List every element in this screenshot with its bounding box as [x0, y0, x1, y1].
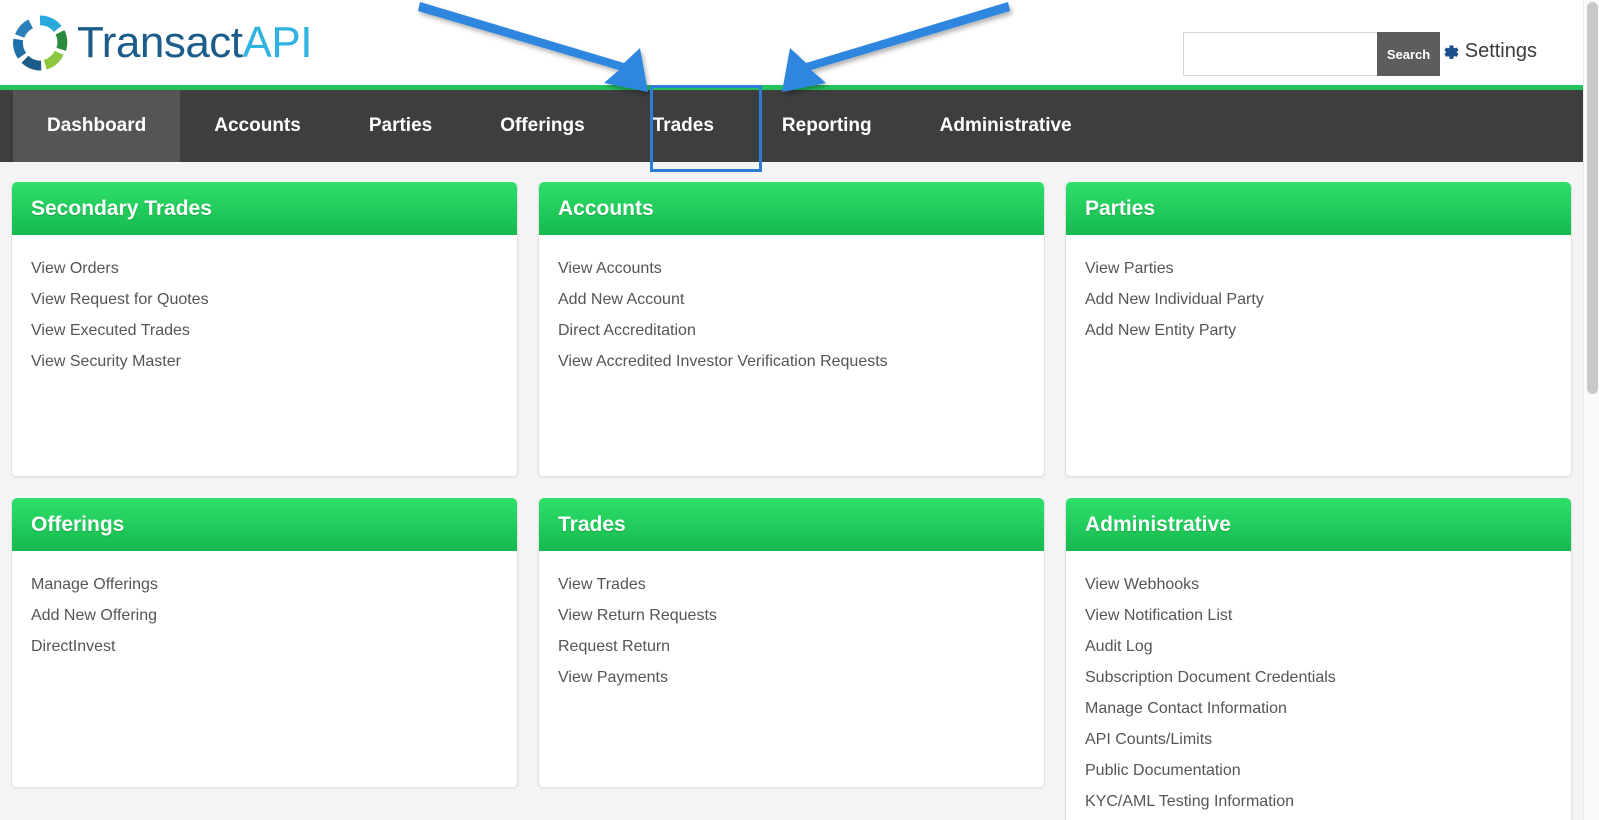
link-add-new-account[interactable]: Add New Account — [558, 284, 1044, 315]
card-body: View Trades View Return Requests Request… — [539, 551, 1044, 693]
settings-label: Settings — [1464, 40, 1537, 62]
dashboard-content: Secondary Trades View Orders View Reques… — [0, 162, 1583, 820]
link-manage-offerings[interactable]: Manage Offerings — [31, 569, 517, 600]
link-directinvest[interactable]: DirectInvest — [31, 631, 517, 662]
link-view-return-requests[interactable]: View Return Requests — [558, 600, 1044, 631]
link-view-webhooks[interactable]: View Webhooks — [1085, 569, 1571, 600]
main-navigation: Dashboard Accounts Parties Offerings Tra… — [0, 90, 1583, 162]
dashboard-row-1: Secondary Trades View Orders View Reques… — [0, 162, 1583, 477]
transactapi-ring-icon — [13, 15, 68, 71]
link-subscription-document-credentials[interactable]: Subscription Document Credentials — [1085, 662, 1571, 693]
link-request-return[interactable]: Request Return — [558, 631, 1044, 662]
search-button[interactable]: Search — [1377, 32, 1440, 76]
link-kyc-aml-testing-information[interactable]: KYC/AML Testing Information — [1085, 786, 1571, 817]
link-direct-accreditation[interactable]: Direct Accreditation — [558, 315, 1044, 346]
card-title: Administrative — [1085, 512, 1231, 536]
card-body: View Parties Add New Individual Party Ad… — [1066, 235, 1571, 346]
dashboard-row-2: Offerings Manage Offerings Add New Offer… — [0, 477, 1583, 820]
nav-item-offerings[interactable]: Offerings — [466, 90, 618, 162]
card-header: Administrative — [1066, 498, 1571, 551]
card-title: Secondary Trades — [31, 196, 212, 220]
link-view-trades[interactable]: View Trades — [558, 569, 1044, 600]
nav-item-accounts[interactable]: Accounts — [180, 90, 335, 162]
page-viewport: TransactAPI Search Settings Dashboard Ac… — [0, 0, 1583, 820]
card-body: View Orders View Request for Quotes View… — [12, 235, 517, 377]
link-add-new-entity-party[interactable]: Add New Entity Party — [1085, 315, 1571, 346]
scrollbar-thumb[interactable] — [1587, 2, 1598, 394]
link-api-counts-limits[interactable]: API Counts/Limits — [1085, 724, 1571, 755]
search-area: Search — [1183, 32, 1440, 76]
link-view-accounts[interactable]: View Accounts — [558, 253, 1044, 284]
card-header: Offerings — [12, 498, 517, 551]
link-view-request-for-quotes[interactable]: View Request for Quotes — [31, 284, 517, 315]
link-view-payments[interactable]: View Payments — [558, 662, 1044, 693]
card-title: Trades — [558, 512, 626, 536]
card-body: View Accounts Add New Account Direct Acc… — [539, 235, 1044, 377]
card-title: Offerings — [31, 512, 125, 536]
card-accounts: Accounts View Accounts Add New Account D… — [538, 182, 1045, 477]
card-offerings: Offerings Manage Offerings Add New Offer… — [11, 498, 518, 788]
card-header: Parties — [1066, 182, 1571, 235]
card-secondary-trades: Secondary Trades View Orders View Reques… — [11, 182, 518, 477]
card-administrative: Administrative View Webhooks View Notifi… — [1065, 498, 1572, 820]
card-body: View Webhooks View Notification List Aud… — [1066, 551, 1571, 817]
gear-icon — [1444, 45, 1459, 59]
card-trades: Trades View Trades View Return Requests … — [538, 498, 1045, 788]
nav-item-reporting[interactable]: Reporting — [748, 90, 906, 162]
search-input[interactable] — [1183, 32, 1377, 76]
nav-item-dashboard[interactable]: Dashboard — [13, 90, 181, 162]
vertical-scrollbar[interactable] — [1583, 0, 1599, 820]
link-audit-log[interactable]: Audit Log — [1085, 631, 1571, 662]
brand-name-primary: Transact — [77, 18, 243, 67]
card-parties: Parties View Parties Add New Individual … — [1065, 182, 1572, 477]
link-add-new-offering[interactable]: Add New Offering — [31, 600, 517, 631]
site-header: TransactAPI Search Settings — [0, 0, 1583, 85]
link-view-orders[interactable]: View Orders — [31, 253, 517, 284]
brand-wordmark: TransactAPI — [77, 21, 312, 65]
card-title: Accounts — [558, 196, 654, 220]
link-manage-contact-information[interactable]: Manage Contact Information — [1085, 693, 1571, 724]
link-view-parties[interactable]: View Parties — [1085, 253, 1571, 284]
nav-item-parties[interactable]: Parties — [335, 90, 466, 162]
card-header: Trades — [539, 498, 1044, 551]
link-add-new-individual-party[interactable]: Add New Individual Party — [1085, 284, 1571, 315]
link-view-security-master[interactable]: View Security Master — [31, 346, 517, 377]
link-view-executed-trades[interactable]: View Executed Trades — [31, 315, 517, 346]
link-view-aiv-requests[interactable]: View Accredited Investor Verification Re… — [558, 346, 1044, 377]
link-view-notification-list[interactable]: View Notification List — [1085, 600, 1571, 631]
card-title: Parties — [1085, 196, 1156, 220]
card-header: Accounts — [539, 182, 1044, 235]
card-body: Manage Offerings Add New Offering Direct… — [12, 551, 517, 662]
brand-logo[interactable]: TransactAPI — [11, 13, 312, 73]
nav-item-administrative[interactable]: Administrative — [906, 90, 1106, 162]
nav-item-trades[interactable]: Trades — [619, 90, 748, 162]
brand-name-secondary: API — [242, 18, 313, 67]
link-public-documentation[interactable]: Public Documentation — [1085, 755, 1571, 786]
settings-link[interactable]: Settings — [1440, 40, 1537, 63]
card-header: Secondary Trades — [12, 182, 517, 235]
